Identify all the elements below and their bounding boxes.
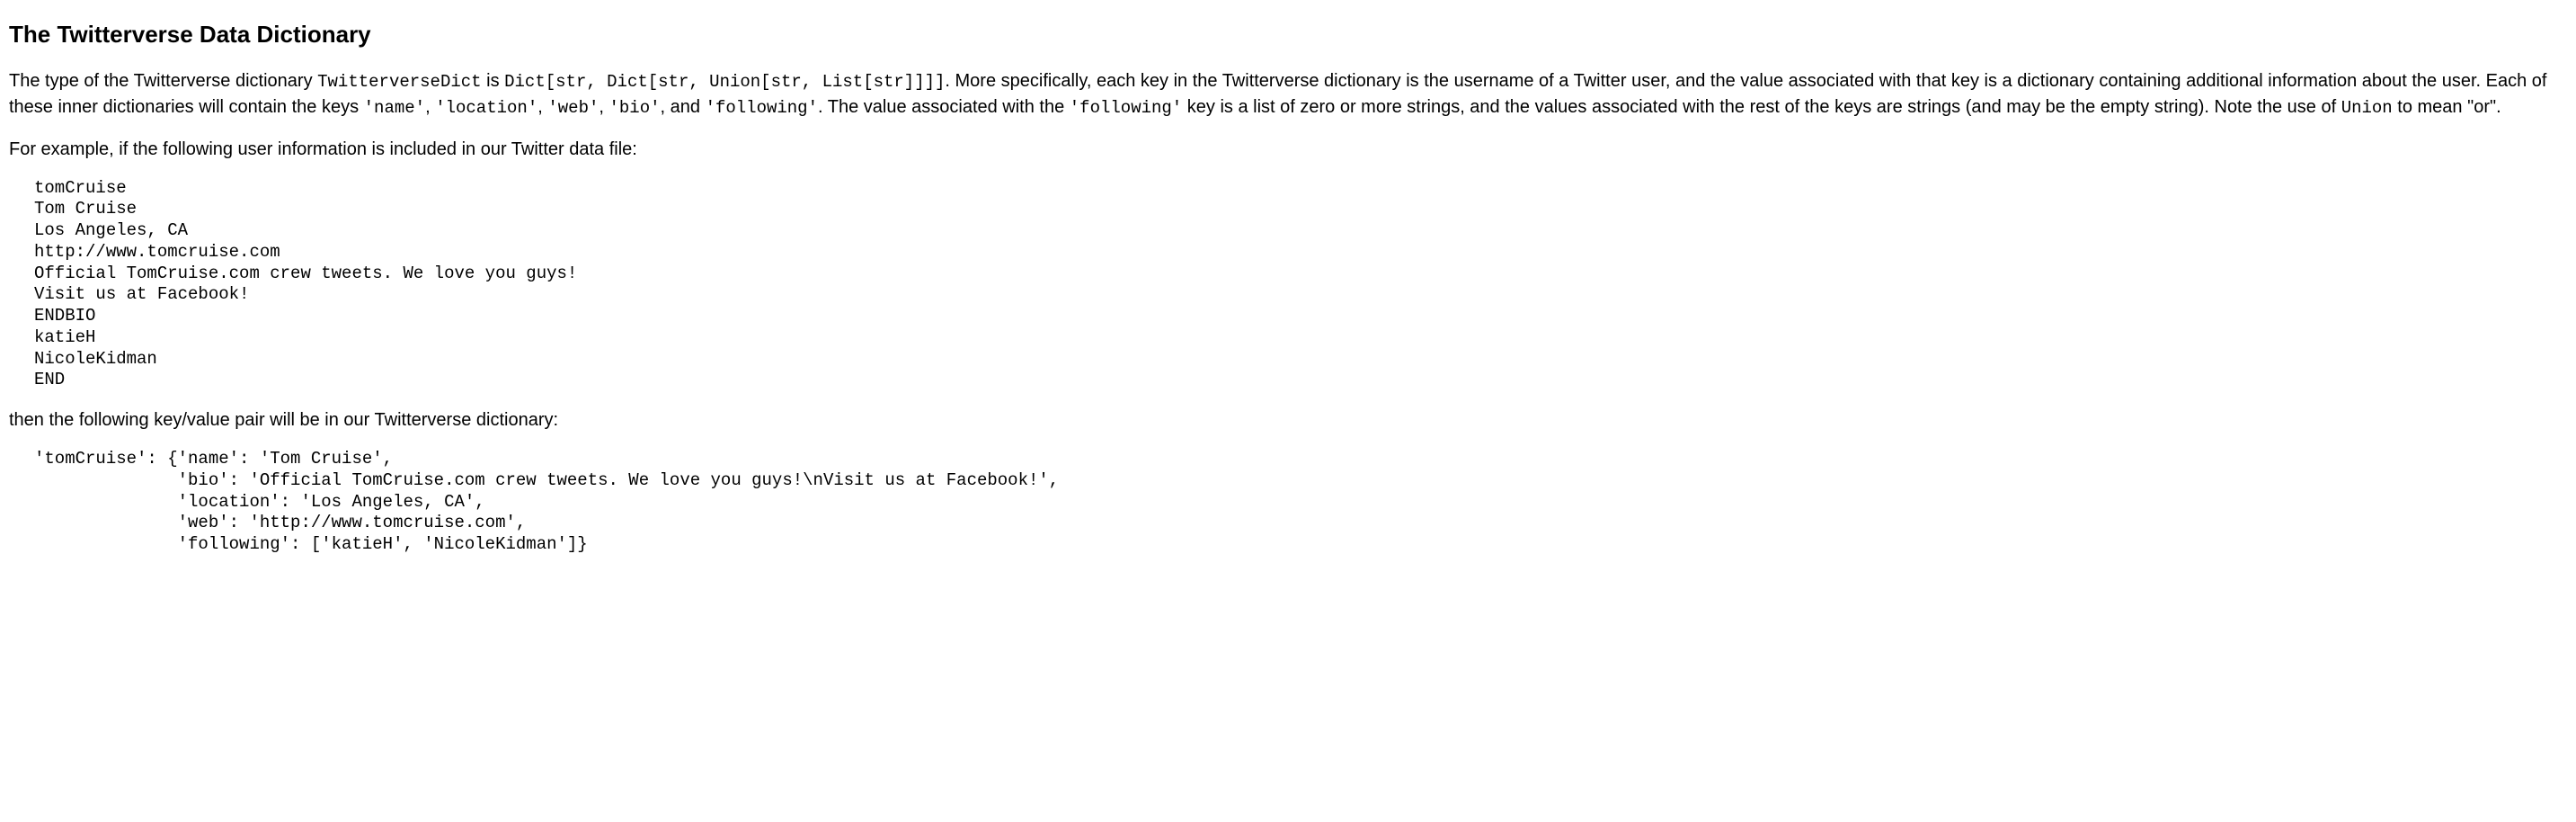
code-block-data-file: tomCruise Tom Cruise Los Angeles, CA htt…	[34, 178, 2567, 392]
text-segment: ,	[537, 97, 547, 117]
text-segment: The type of the Twitterverse dictionary	[9, 71, 317, 91]
example-intro-paragraph: For example, if the following user infor…	[9, 137, 2567, 162]
text-segment: . The value associated with the	[818, 97, 1070, 117]
code-inline: 'following'	[1070, 98, 1182, 118]
code-inline: 'bio'	[609, 98, 661, 118]
code-inline: 'following'	[706, 98, 818, 118]
text-segment: , and	[661, 97, 706, 117]
text-segment: ,	[425, 97, 435, 117]
code-inline: 'web'	[547, 98, 599, 118]
result-intro-paragraph: then the following key/value pair will b…	[9, 407, 2567, 433]
text-segment: key is a list of zero or more strings, a…	[1182, 97, 2341, 117]
code-inline: 'location'	[435, 98, 537, 118]
text-segment: to mean "or".	[2393, 97, 2501, 117]
page-heading: The Twitterverse Data Dictionary	[9, 18, 2567, 50]
code-inline: Union	[2341, 98, 2393, 118]
text-segment: is	[482, 71, 505, 91]
code-inline: 'name'	[364, 98, 425, 118]
code-inline: Dict[str, Dict[str, Union[str, List[str]…	[504, 72, 945, 92]
code-inline: TwitterverseDict	[317, 72, 481, 92]
text-segment: ,	[599, 97, 608, 117]
intro-paragraph: The type of the Twitterverse dictionary …	[9, 68, 2567, 120]
code-block-dictionary: 'tomCruise': {'name': 'Tom Cruise', 'bio…	[34, 449, 2567, 556]
